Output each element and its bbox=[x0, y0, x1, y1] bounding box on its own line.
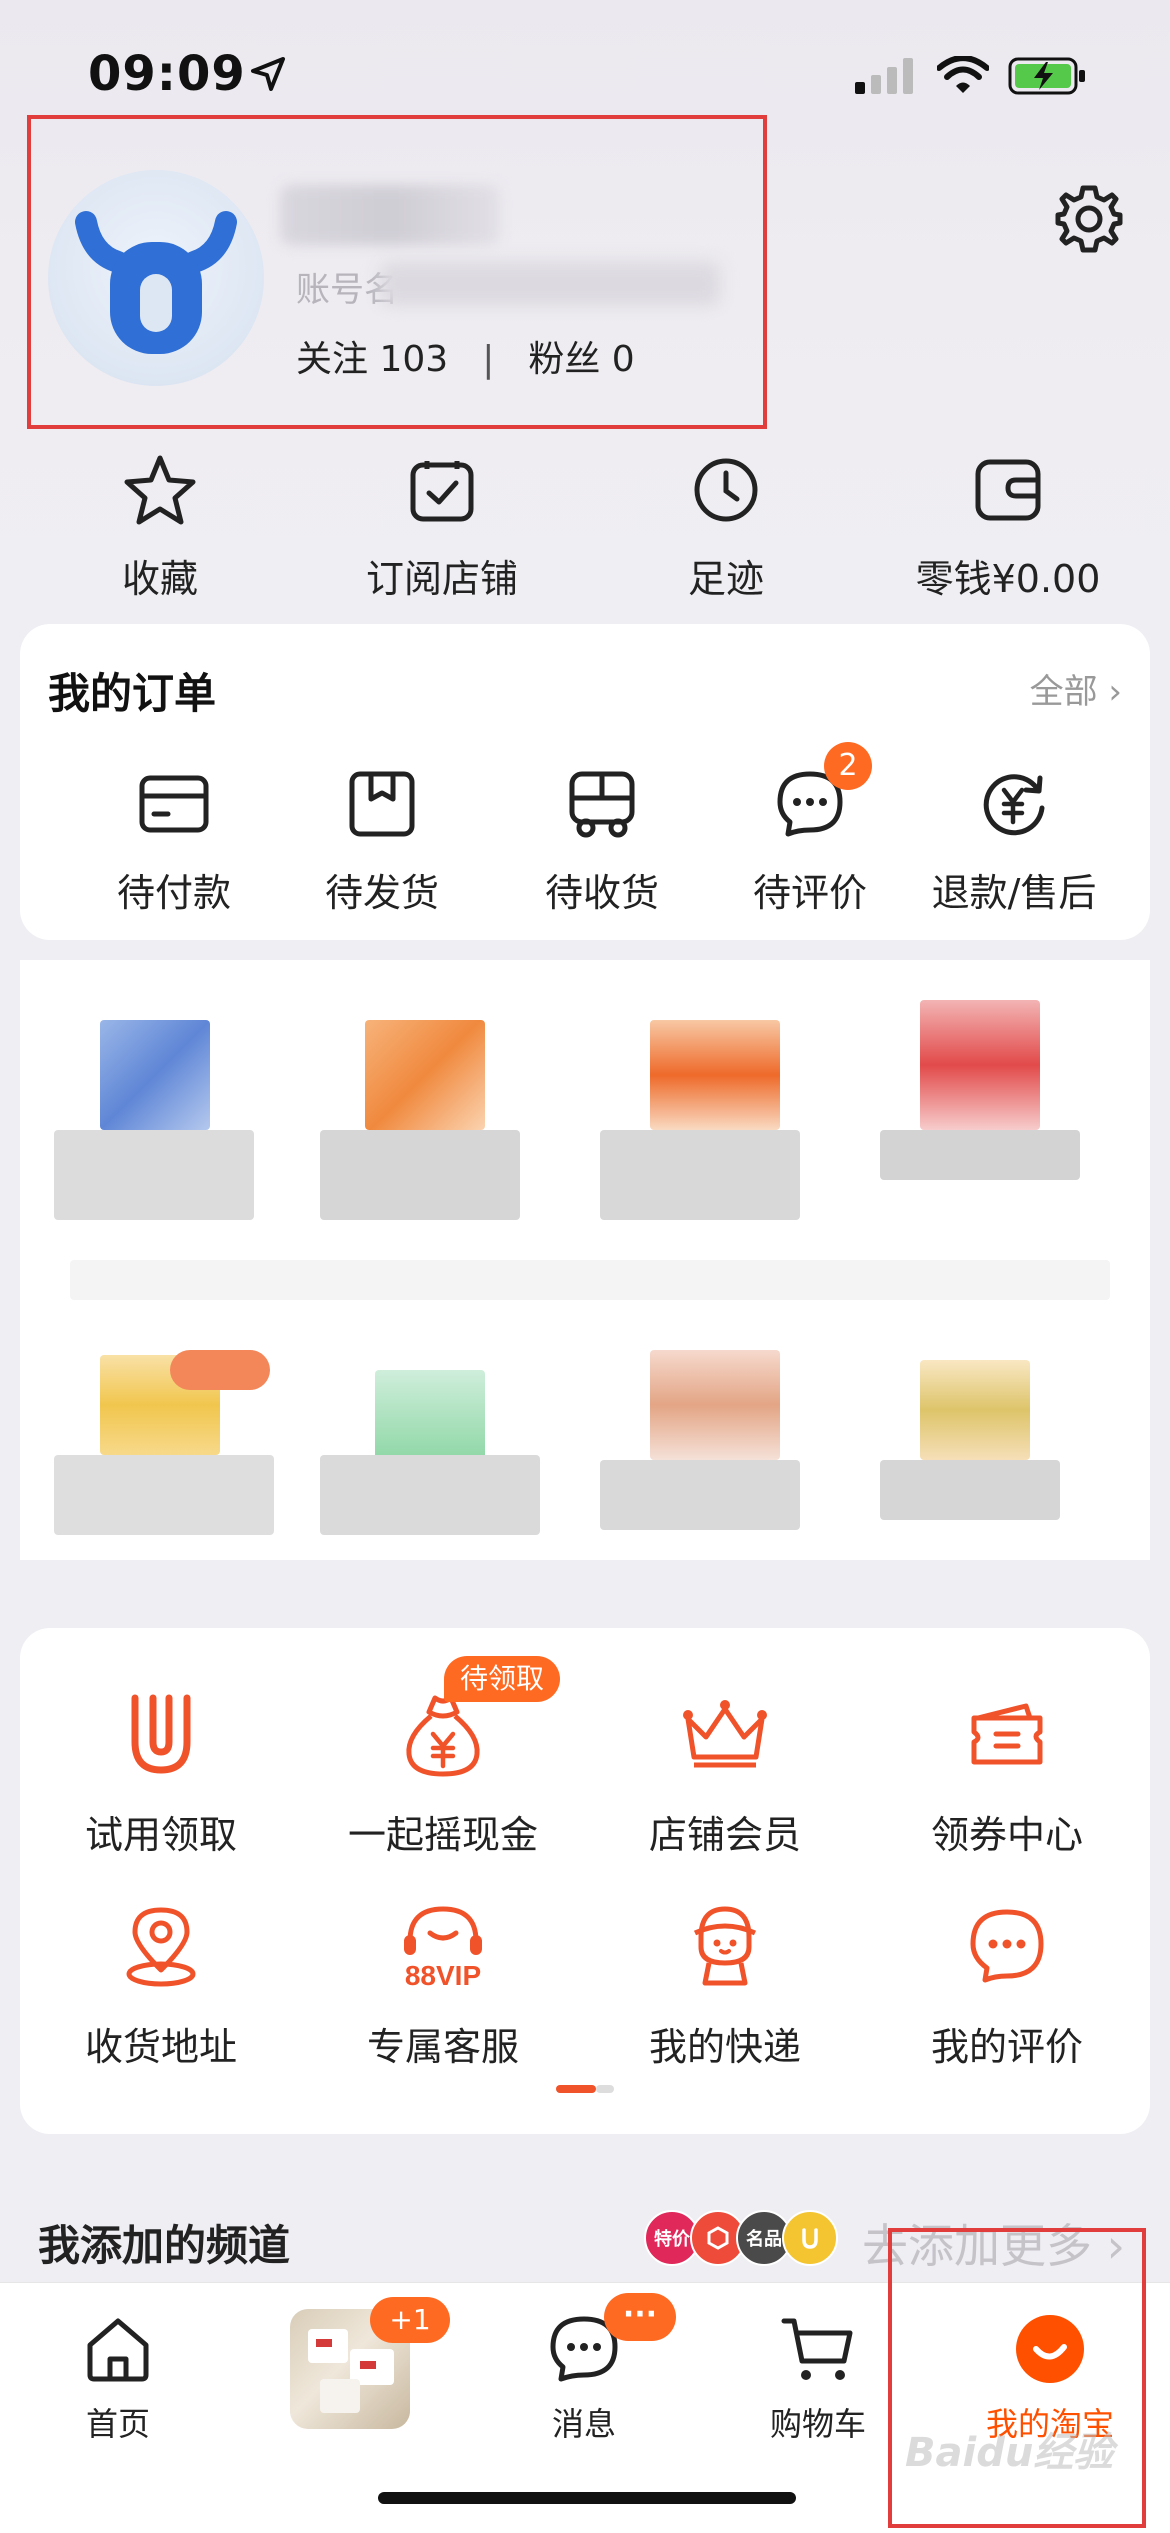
orders-card: 我的订单 全部 › 待付款 待发货 待收货 2 待评价 退款/售后 bbox=[20, 624, 1150, 940]
wifi-icon bbox=[937, 56, 989, 93]
quick-link-subscribed-shops[interactable]: 订阅店铺 bbox=[312, 450, 572, 603]
review-count-badge: 2 bbox=[824, 742, 872, 790]
cart-icon bbox=[781, 2318, 853, 2380]
cube-icon bbox=[707, 2226, 729, 2250]
location-icon bbox=[126, 1907, 196, 1987]
review-icon bbox=[970, 1909, 1044, 1983]
home-icon bbox=[87, 2318, 149, 2382]
settings-gear-icon[interactable] bbox=[1054, 184, 1124, 254]
order-to-review[interactable]: 2 待评价 bbox=[700, 742, 920, 917]
divider: | bbox=[482, 339, 495, 380]
order-to-ship[interactable]: 待发货 bbox=[272, 764, 492, 917]
order-to-receive[interactable]: 待收货 bbox=[492, 764, 712, 917]
follow-fans-row: 关注 103 | 粉丝 0 bbox=[296, 330, 635, 382]
tab-messages[interactable]: ··· 消息 bbox=[484, 2293, 684, 2445]
star-icon bbox=[124, 455, 196, 525]
truck-icon bbox=[569, 771, 635, 838]
service-exclusive-support[interactable]: 88VIP 专属客服 bbox=[302, 1900, 584, 2071]
pending-claim-badge: 待领取 bbox=[444, 1656, 560, 1702]
my-taobao-highlight-box bbox=[888, 2228, 1146, 2528]
tab-home[interactable]: 首页 bbox=[18, 2309, 218, 2445]
u-logo-icon bbox=[802, 2228, 818, 2249]
follow-link[interactable]: 关注 103 bbox=[296, 339, 448, 380]
trial-u-icon bbox=[131, 1694, 191, 1774]
orders-view-all-link[interactable]: 全部 › bbox=[1030, 664, 1122, 713]
account-name-blurred bbox=[380, 262, 720, 306]
service-shop-membership[interactable]: 店铺会员 bbox=[584, 1688, 866, 1859]
card-icon bbox=[139, 775, 209, 833]
services-page-indicator-inactive bbox=[596, 2085, 614, 2093]
channel-chip-4[interactable] bbox=[782, 2210, 838, 2266]
avatar-cow-logo-icon bbox=[75, 211, 237, 354]
service-my-express[interactable]: 我的快递 bbox=[584, 1900, 866, 2071]
location-arrow-icon bbox=[251, 57, 285, 91]
status-bar: 09:09 bbox=[0, 44, 1170, 114]
fans-link[interactable]: 粉丝 0 bbox=[528, 339, 634, 380]
clock-icon bbox=[694, 458, 758, 522]
tab-recommended-product[interactable]: +1 bbox=[250, 2297, 450, 2429]
service-shake-cash[interactable]: 待领取 一起摇现金 bbox=[302, 1656, 584, 1859]
service-my-reviews[interactable]: 我的评价 bbox=[866, 1900, 1148, 2071]
channels-title: 我添加的频道 bbox=[38, 2221, 291, 2270]
watermark: Baidu经验 bbox=[905, 2430, 1114, 2476]
service-coupon-center[interactable]: 领券中心 bbox=[866, 1688, 1148, 1859]
crown-icon bbox=[683, 1700, 767, 1768]
money-bag-icon bbox=[406, 1695, 480, 1777]
svg-text:88VIP: 88VIP bbox=[405, 1960, 481, 1991]
nickname-blurred bbox=[280, 185, 500, 245]
home-indicator bbox=[378, 2492, 796, 2504]
coupon-icon bbox=[971, 1703, 1043, 1765]
quick-link-footprints[interactable]: 足迹 bbox=[596, 450, 856, 603]
order-pending-payment[interactable]: 待付款 bbox=[64, 764, 284, 917]
product-badge: +1 bbox=[370, 2297, 450, 2343]
orders-title: 我的订单 bbox=[48, 669, 217, 718]
battery-charging-icon bbox=[1008, 57, 1085, 95]
service-trial[interactable]: 试用领取 bbox=[20, 1688, 302, 1859]
messages-badge: ··· bbox=[604, 2293, 676, 2341]
quick-link-wallet[interactable]: 零钱¥0.00 bbox=[878, 450, 1138, 603]
order-refund-after-sale[interactable]: 退款/售后 bbox=[904, 764, 1124, 917]
promo-blurred-area bbox=[20, 960, 1150, 1560]
refund-icon bbox=[983, 774, 1045, 836]
quick-link-favorites[interactable]: 收藏 bbox=[30, 450, 290, 603]
box-icon bbox=[349, 771, 415, 837]
cellular-signal-icon bbox=[855, 58, 913, 94]
wallet-icon bbox=[975, 459, 1041, 521]
services-card: 试用领取 待领取 一起摇现金 店铺会员 领券中心 收货地址 88VIP 专属客服… bbox=[20, 1628, 1150, 2134]
avatar[interactable] bbox=[48, 170, 264, 386]
courier-icon bbox=[693, 1906, 757, 1986]
headset-88vip-icon: 88VIP bbox=[404, 1906, 482, 1991]
subscribe-check-icon bbox=[410, 461, 474, 522]
services-page-indicator-active bbox=[556, 2085, 596, 2093]
service-address[interactable]: 收货地址 bbox=[20, 1900, 302, 2071]
status-time: 09:09 bbox=[88, 46, 246, 102]
